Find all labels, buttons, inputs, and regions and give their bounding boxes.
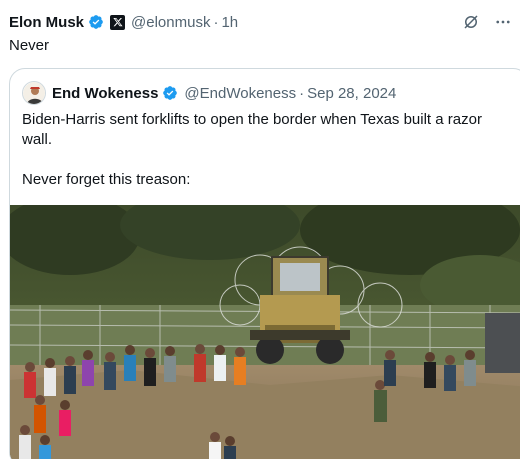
separator-dot: · xyxy=(213,13,219,31)
separator-dot: · xyxy=(299,84,305,102)
quoted-text: Biden-Harris sent forklifts to open the … xyxy=(22,111,482,188)
author-handle[interactable]: @elonmusk xyxy=(131,14,210,31)
tweet-header: Elon Musk @elonmusk · 1h xyxy=(9,11,512,33)
author-name[interactable]: Elon Musk xyxy=(9,14,84,31)
more-icon[interactable] xyxy=(494,13,512,31)
quoted-author-name[interactable]: End Wokeness xyxy=(52,85,158,102)
tweet-text: Never xyxy=(9,37,50,54)
verified-badge-icon[interactable] xyxy=(88,14,104,30)
quoted-author-handle: @EndWokeness xyxy=(184,84,297,102)
quoted-photo[interactable] xyxy=(10,205,520,459)
verified-badge-icon xyxy=(163,86,178,100)
quoted-tweet[interactable]: End Wokeness @EndWokeness · Sep 28, 2024… xyxy=(9,68,520,459)
border-scene-image xyxy=(10,205,520,459)
quoted-post-date: Sep 28, 2024 xyxy=(307,84,397,102)
post-time[interactable]: 1h xyxy=(221,14,238,31)
x-logo-icon[interactable] xyxy=(110,14,126,30)
grok-icon[interactable] xyxy=(462,13,480,31)
avatar[interactable] xyxy=(22,81,46,105)
header-actions xyxy=(462,13,512,31)
quoted-header: End Wokeness @EndWokeness · Sep 28, 2024 xyxy=(22,81,396,105)
